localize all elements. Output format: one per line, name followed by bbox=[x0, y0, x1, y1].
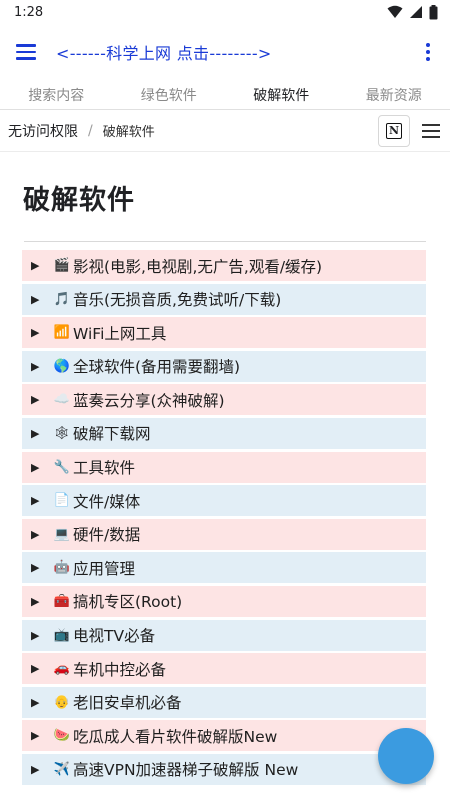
list-item[interactable]: ▶ 🕸 破解下载网 bbox=[22, 417, 426, 449]
status-icons bbox=[387, 4, 438, 20]
list-item[interactable]: ▶ ☁️ 蓝奏云分享(众神破解) bbox=[22, 384, 426, 416]
breadcrumb-current: 破解软件 bbox=[102, 125, 155, 140]
wrench-icon: 🔧 bbox=[53, 459, 71, 475]
old-man-icon: 👴 bbox=[53, 694, 71, 710]
laptop-icon: 💻 bbox=[53, 526, 71, 542]
tab-bar: 搜索内容 绿色软件 破解软件 最新资源 bbox=[0, 80, 450, 110]
list-item[interactable]: ▶ 🚗 车机中控必备 bbox=[22, 653, 426, 685]
list-item[interactable]: ▶ 🌎 全球软件(备用需要翻墙) bbox=[22, 350, 426, 382]
toggle-triangle-icon: ▶ bbox=[31, 695, 40, 709]
wifi-icon bbox=[387, 5, 403, 18]
tab-green-software[interactable]: 绿色软件 bbox=[135, 81, 203, 109]
app-title-link[interactable]: <------科学上网 点击--------> bbox=[56, 40, 418, 64]
page-title: 破解软件 bbox=[23, 185, 135, 216]
airplane-icon: ✈️ bbox=[53, 761, 71, 777]
toggle-triangle-icon: ▶ bbox=[31, 662, 40, 676]
signal-icon bbox=[410, 6, 422, 18]
document-icon: 📄 bbox=[53, 493, 71, 509]
breadcrumb-separator: / bbox=[88, 122, 93, 139]
signal-bars-icon: 📶 bbox=[53, 325, 71, 341]
list-item[interactable]: ▶ 📺 电视TV必备 bbox=[22, 619, 426, 651]
toggle-triangle-icon: ▶ bbox=[31, 259, 40, 272]
toggle-triangle-icon: ▶ bbox=[31, 326, 40, 340]
tab-search-content[interactable]: 搜索内容 bbox=[22, 81, 90, 109]
toggle-triangle-icon: ▶ bbox=[31, 393, 40, 407]
list-item[interactable]: ▶ 🔧 工具软件 bbox=[22, 451, 426, 483]
title-divider bbox=[24, 241, 426, 242]
notion-icon: N bbox=[386, 122, 402, 139]
web-icon: 🕸 bbox=[53, 425, 71, 441]
list-item[interactable]: ▶ 💻 硬件/数据 bbox=[22, 518, 426, 550]
tv-icon: 📺 bbox=[53, 627, 71, 643]
toggle-triangle-icon: ▶ bbox=[31, 359, 40, 373]
breadcrumb: 无访问权限 / 破解软件 N bbox=[0, 110, 450, 152]
list-item[interactable]: ▶ 🍉 吃瓜成人看片软件破解版New bbox=[22, 720, 426, 752]
notion-button[interactable]: N bbox=[378, 114, 410, 147]
breadcrumb-root[interactable]: 无访问权限 bbox=[8, 121, 78, 141]
list-item[interactable]: ▶ ✈️ 高速VPN加速器梯子破解版 New bbox=[22, 753, 426, 785]
toggle-triangle-icon: ▶ bbox=[31, 426, 40, 440]
battery-icon bbox=[429, 4, 438, 19]
toggle-triangle-icon: ▶ bbox=[31, 729, 40, 743]
list-item[interactable]: ▶ 🎵 音乐(无损音质,免费试听/下载) bbox=[22, 283, 426, 315]
tab-cracked-software[interactable]: 破解软件 bbox=[247, 81, 315, 109]
robot-icon: 🤖 bbox=[53, 560, 71, 576]
toggle-list: ▶ 🎬 影视(电影,电视剧,无广告,观看/缓存) ▶ 🎵 音乐(无损音质,免费试听/下载… bbox=[22, 250, 426, 785]
toggle-triangle-icon: ▶ bbox=[31, 460, 40, 474]
toggle-triangle-icon: ▶ bbox=[31, 494, 40, 508]
globe-icon: 🌎 bbox=[53, 358, 71, 374]
menu-icon[interactable] bbox=[16, 40, 40, 64]
music-icon: 🎵 bbox=[53, 291, 71, 307]
toggle-triangle-icon: ▶ bbox=[31, 628, 40, 642]
toggle-triangle-icon: ▶ bbox=[31, 527, 40, 541]
list-item[interactable]: ▶ 🧰 搞机专区(Root) bbox=[22, 585, 426, 617]
toggle-triangle-icon: ▶ bbox=[31, 561, 40, 575]
status-bar: 1:28 bbox=[0, 0, 450, 24]
app-bar: <------科学上网 点击--------> bbox=[0, 24, 450, 80]
watermelon-icon: 🍉 bbox=[53, 728, 71, 744]
status-time: 1:28 bbox=[14, 4, 44, 20]
list-item[interactable]: ▶ 🎬 影视(电影,电视剧,无广告,观看/缓存) bbox=[22, 250, 426, 281]
list-item[interactable]: ▶ 📶 WiFi上网工具 bbox=[22, 317, 426, 349]
more-options-icon[interactable] bbox=[418, 40, 438, 64]
car-icon: 🚗 bbox=[53, 661, 71, 677]
tab-latest-resources[interactable]: 最新资源 bbox=[360, 81, 428, 109]
table-of-contents-icon[interactable] bbox=[422, 123, 440, 138]
list-item[interactable]: ▶ 👴 老旧安卓机必备 bbox=[22, 686, 426, 718]
list-item[interactable]: ▶ 📄 文件/媒体 bbox=[22, 485, 426, 517]
floating-action-button[interactable] bbox=[378, 728, 434, 784]
toggle-triangle-icon: ▶ bbox=[31, 292, 40, 306]
cloud-icon: ☁️ bbox=[53, 392, 71, 408]
toolbox-icon: 🧰 bbox=[53, 593, 71, 609]
list-item[interactable]: ▶ 🤖 应用管理 bbox=[22, 552, 426, 584]
toggle-triangle-icon: ▶ bbox=[31, 762, 40, 776]
movie-icon: 🎬 bbox=[53, 258, 71, 273]
toggle-triangle-icon: ▶ bbox=[31, 594, 40, 608]
